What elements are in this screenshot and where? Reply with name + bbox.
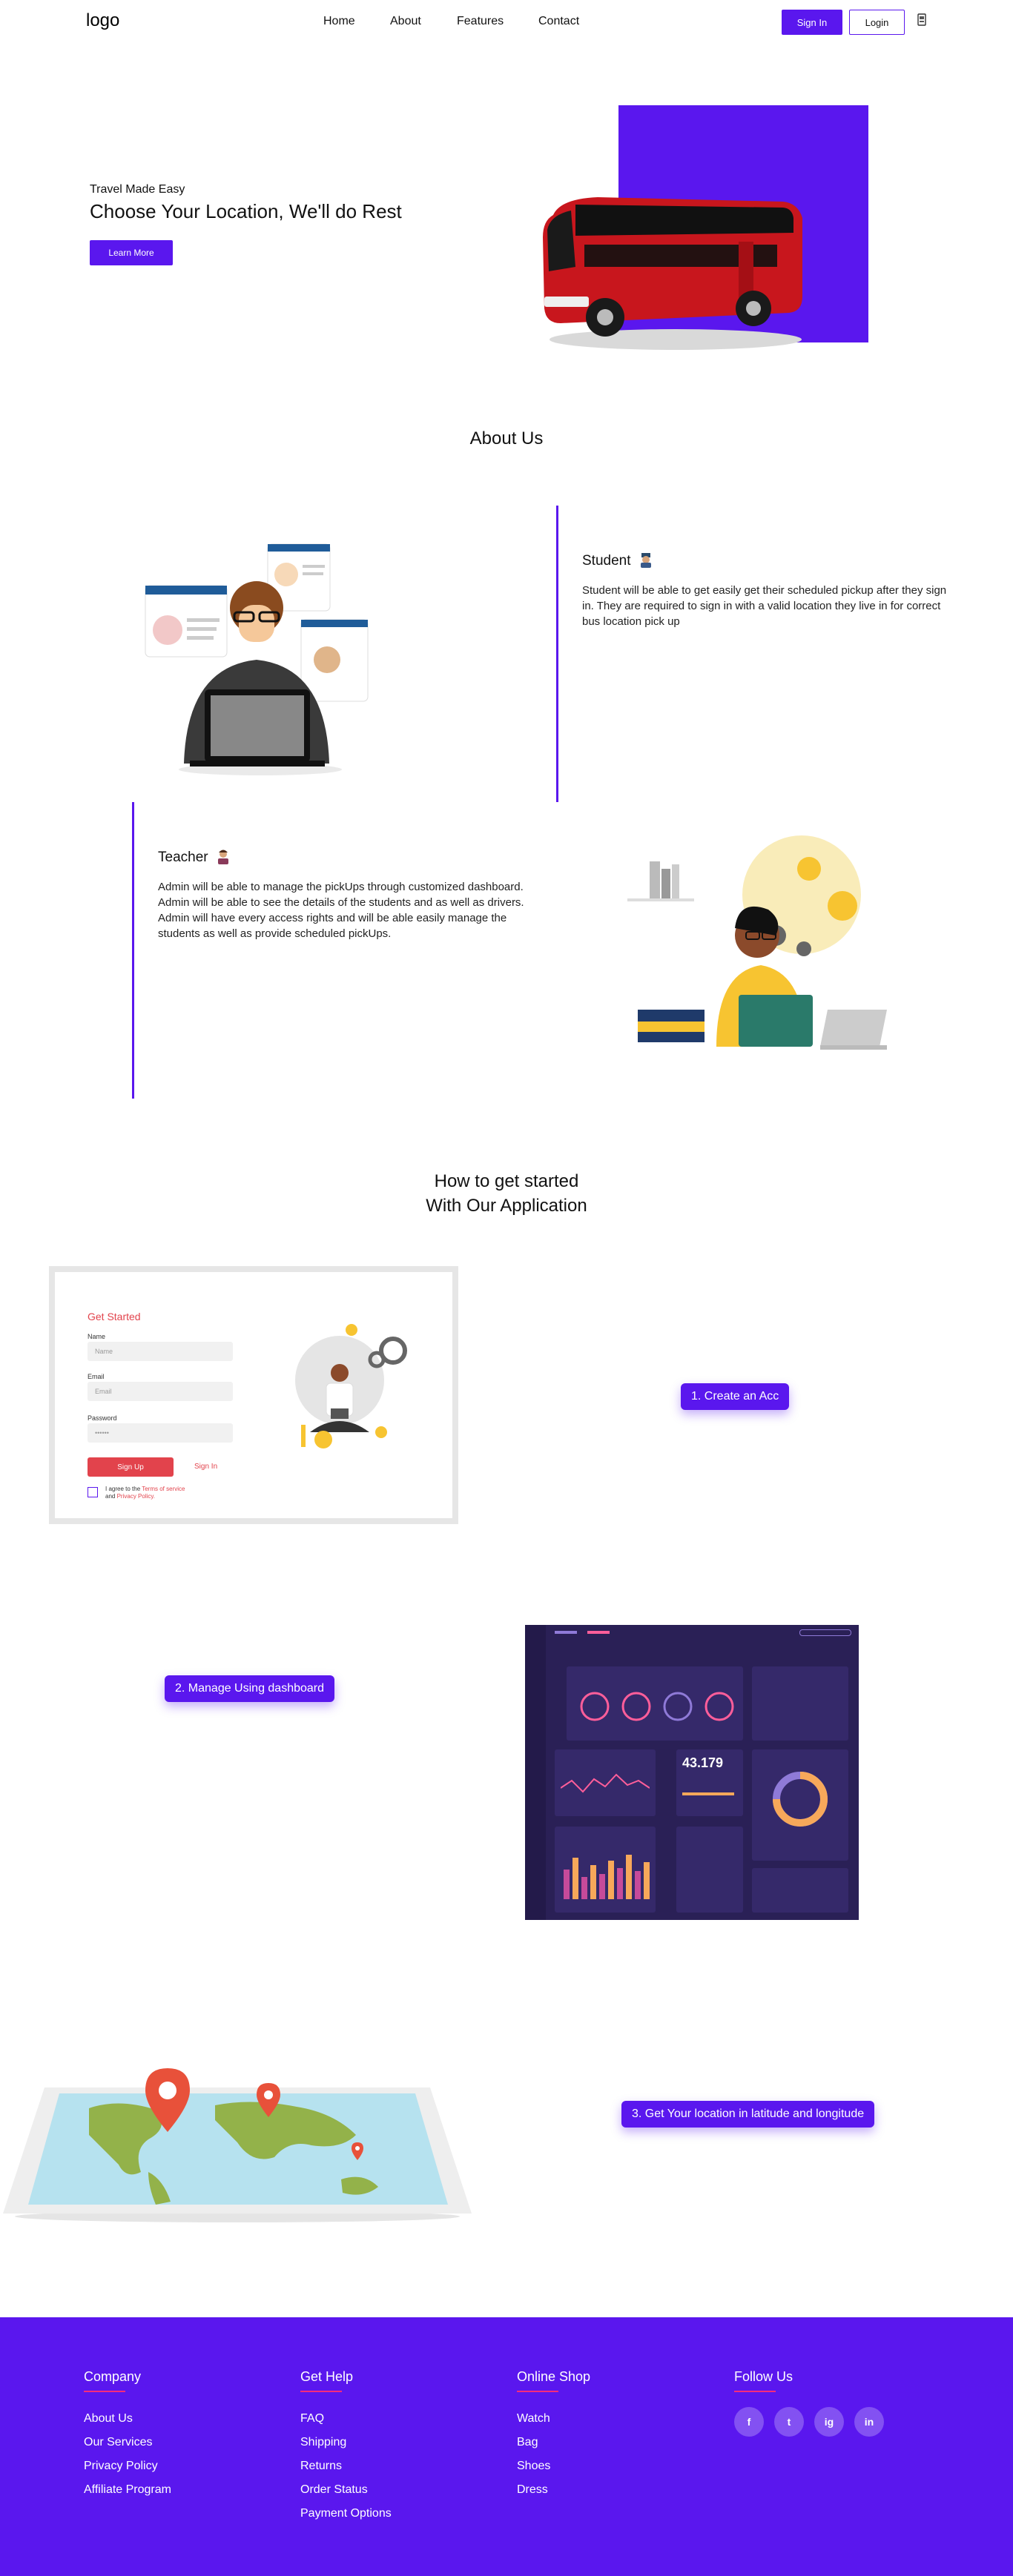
footer-link-order-status[interactable]: Order Status	[300, 2478, 478, 2502]
dashboard-mock: 43.179	[525, 1625, 859, 1920]
signup-mock-password-label: Password	[88, 1414, 117, 1422]
footer-underline	[84, 2391, 125, 2392]
footer-link-shoes[interactable]: Shoes	[517, 2454, 695, 2478]
signup-mock-frame: Get Started Name Name Email Email Passwo…	[49, 1266, 458, 1524]
footer-link-returns[interactable]: Returns	[300, 2454, 478, 2478]
footer-link-dress[interactable]: Dress	[517, 2478, 695, 2502]
step-get-location[interactable]: 3. Get Your location in latitude and lon…	[621, 2101, 875, 2128]
footer-follow-title: Follow Us	[734, 2369, 793, 2384]
nav-home[interactable]: Home	[323, 15, 355, 28]
signup-mock-name-label: Name	[88, 1333, 106, 1340]
dashboard-line-chart	[561, 1773, 650, 1793]
footer-col-follow-us: Follow Us f t ig in	[734, 2369, 912, 2437]
footer-link-shipping[interactable]: Shipping	[300, 2431, 478, 2454]
dashboard-bar-chart	[564, 1855, 650, 1899]
student-title: Student	[582, 553, 631, 569]
learn-more-button[interactable]: Learn More	[90, 240, 173, 265]
dashboard-stat-value: 43.179	[682, 1755, 724, 1770]
footer-link-payment-options[interactable]: Payment Options	[300, 2502, 478, 2526]
signup-mock-signin-link[interactable]: Sign In	[194, 1463, 217, 1471]
student-text: Student will be able to get easily get t…	[582, 584, 947, 628]
teacher-emoji-icon	[218, 850, 228, 864]
nav-contact[interactable]: Contact	[538, 15, 579, 28]
teacher-title: Teacher	[158, 850, 208, 865]
theme-toggle-icon[interactable]	[917, 13, 927, 27]
how-title-line1: How to get started	[434, 1171, 579, 1191]
footer-col-title: Company	[84, 2369, 142, 2384]
teacher-illustration	[627, 835, 887, 1050]
teacher-divider	[132, 802, 134, 1099]
teacher-text: Admin will be able to manage the pickUps…	[158, 881, 524, 940]
dashboard-donut-chart	[773, 1772, 828, 1827]
footer-underline	[300, 2391, 342, 2392]
footer-link-our-services[interactable]: Our Services	[84, 2431, 262, 2454]
step-create-account[interactable]: 1. Create an Acc	[681, 1383, 790, 1410]
facebook-icon[interactable]: f	[734, 2407, 764, 2437]
student-illustration	[145, 543, 369, 775]
login-button[interactable]: Login	[849, 10, 905, 35]
signup-mock-name-input[interactable]: Name	[88, 1342, 233, 1361]
bus-illustration	[543, 197, 802, 350]
signup-mock-privacy-link[interactable]: Privacy Policy.	[117, 1493, 155, 1500]
signup-mock-password-input[interactable]: ••••••	[88, 1423, 233, 1443]
step-manage-dashboard[interactable]: 2. Manage Using dashboard	[165, 1675, 335, 1702]
signup-mock-email-input[interactable]: Email	[88, 1382, 233, 1401]
footer-col-title: Get Help	[300, 2369, 354, 2384]
footer-underline	[517, 2391, 558, 2392]
linkedin-icon[interactable]: in	[854, 2407, 884, 2437]
signup-mock-agree-text: I agree to the Terms of service and Priv…	[105, 1486, 185, 1500]
signup-mock-terms-link[interactable]: Terms of service	[142, 1486, 185, 1492]
signup-mock-illustration	[295, 1324, 407, 1448]
signup-mock-signup-button[interactable]: Sign Up	[88, 1457, 174, 1477]
student-divider	[556, 506, 558, 802]
nav-features[interactable]: Features	[457, 15, 504, 28]
dashboard-gauges	[580, 1692, 734, 1721]
footer-underline	[734, 2391, 776, 2392]
footer-link-affiliate-program[interactable]: Affiliate Program	[84, 2478, 262, 2502]
signup-mock-email-label: Email	[88, 1373, 105, 1380]
how-title-line2: With Our Application	[426, 1196, 587, 1216]
student-emoji-icon	[641, 553, 651, 568]
about-title: About Us	[469, 428, 544, 448]
signin-button[interactable]: Sign In	[782, 10, 842, 35]
hero-subtitle: Travel Made Easy	[90, 183, 185, 196]
social-links: f t ig in	[734, 2407, 912, 2437]
footer-col-company: Company About Us Our Services Privacy Po…	[84, 2369, 262, 2502]
signup-mock-agree-checkbox[interactable]	[88, 1487, 98, 1497]
footer-col-online-shop: Online Shop Watch Bag Shoes Dress	[517, 2369, 695, 2502]
footer-link-watch[interactable]: Watch	[517, 2407, 695, 2431]
hero-title: Choose Your Location, We'll do Rest	[90, 200, 402, 222]
footer-col-get-help: Get Help FAQ Shipping Returns Order Stat…	[300, 2369, 478, 2526]
signup-mock-title: Get Started	[88, 1311, 141, 1322]
logo[interactable]: logo	[86, 10, 119, 31]
footer-link-bag[interactable]: Bag	[517, 2431, 695, 2454]
nav-about[interactable]: About	[390, 15, 421, 28]
footer-link-privacy-policy[interactable]: Privacy Policy	[84, 2454, 262, 2478]
footer-link-faq[interactable]: FAQ	[300, 2407, 478, 2431]
instagram-icon[interactable]: ig	[814, 2407, 844, 2437]
twitter-icon[interactable]: t	[774, 2407, 804, 2437]
footer-col-title: Online Shop	[517, 2369, 591, 2384]
world-map-illustration	[3, 2068, 472, 2222]
footer-link-about-us[interactable]: About Us	[84, 2407, 262, 2431]
